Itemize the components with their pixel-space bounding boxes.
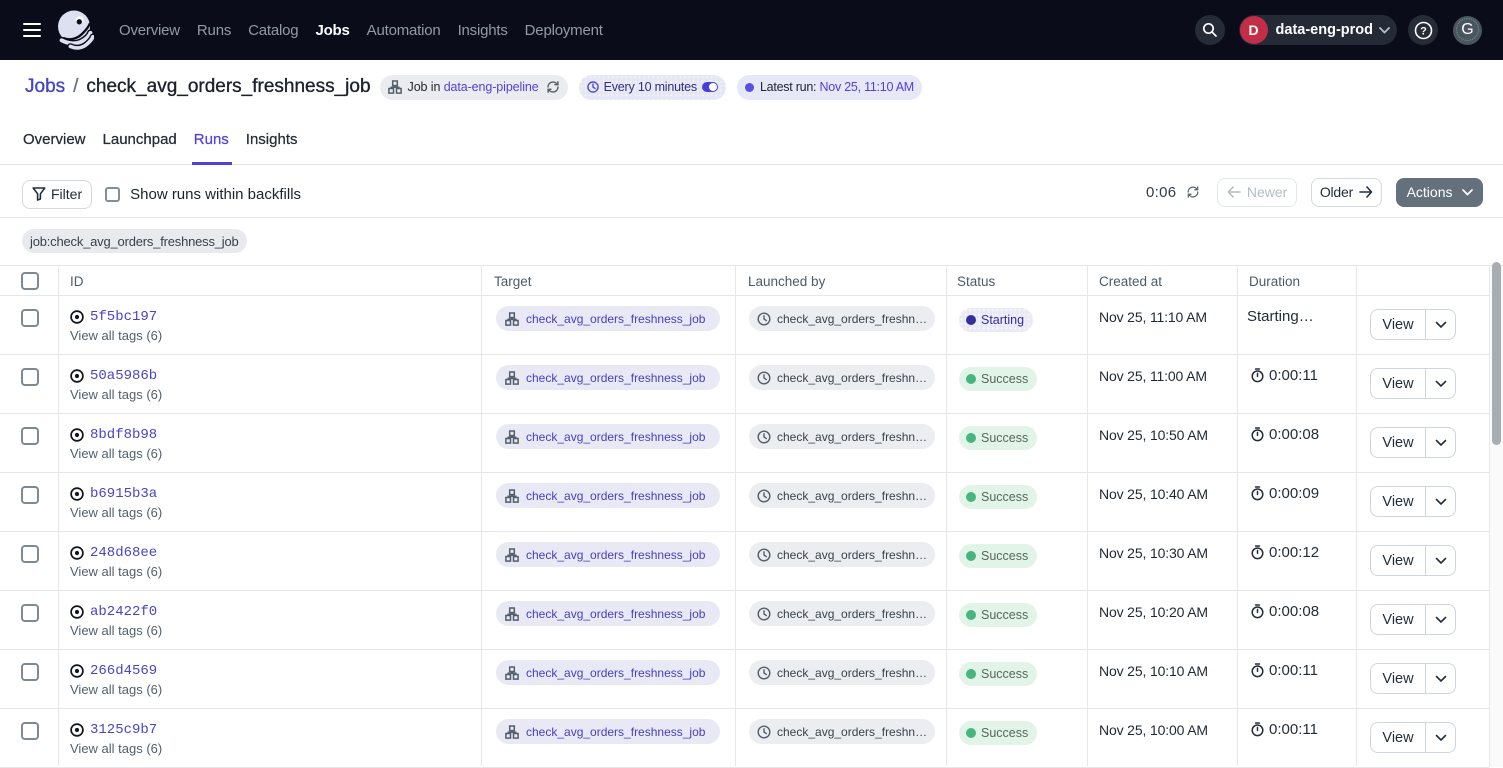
svg-text:?: ? bbox=[1420, 25, 1427, 37]
